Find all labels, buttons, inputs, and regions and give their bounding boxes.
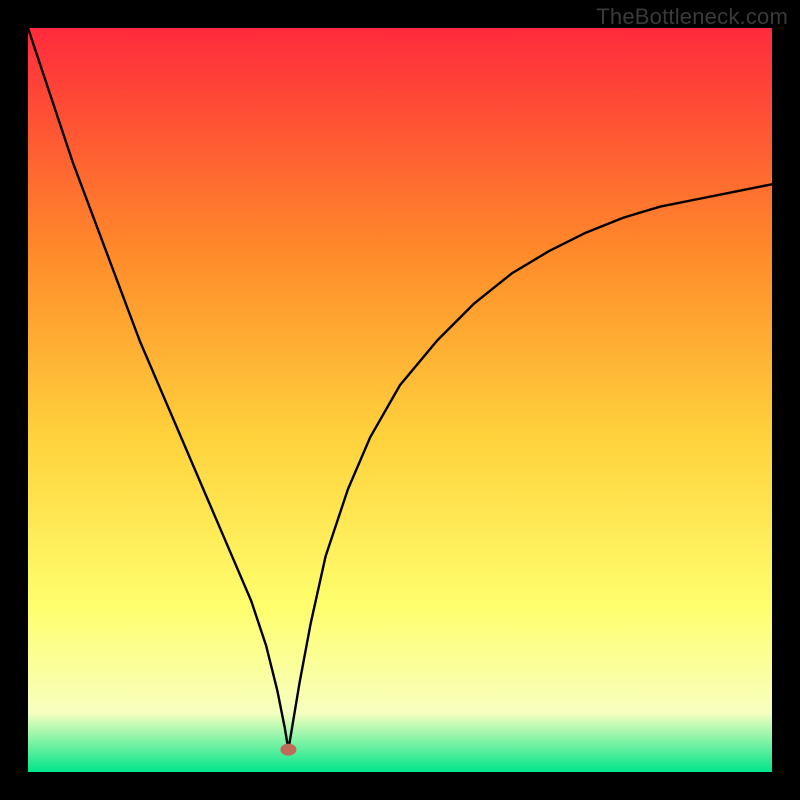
optimal-point-marker — [280, 744, 296, 756]
watermark-text: TheBottleneck.com — [596, 4, 788, 30]
chart-svg — [28, 28, 772, 772]
gradient-background — [28, 28, 772, 772]
chart-frame: TheBottleneck.com — [0, 0, 800, 800]
plot-area — [28, 28, 772, 772]
